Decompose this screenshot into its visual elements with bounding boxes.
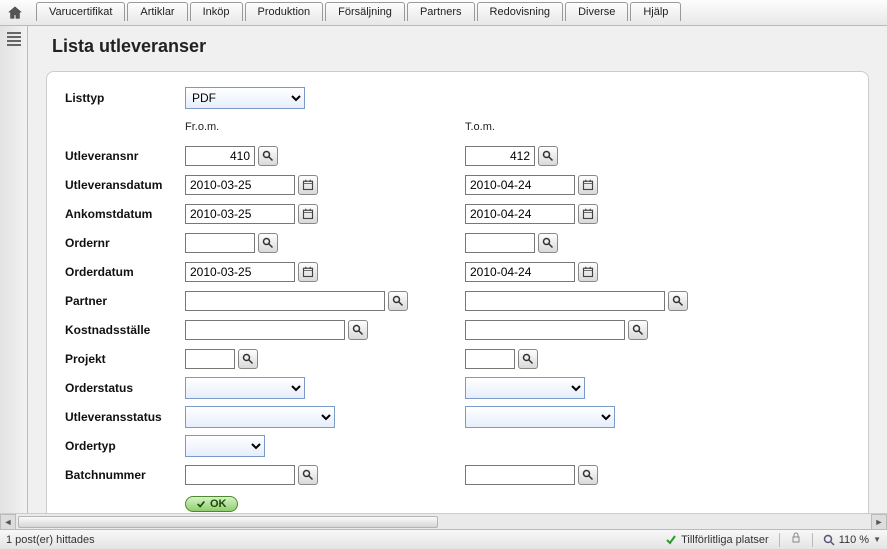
label-from: Fr.o.m. (185, 121, 219, 133)
tab-produktion[interactable]: Produktion (245, 2, 324, 21)
status-left-text: 1 post(er) hittades (6, 534, 95, 546)
ok-button[interactable]: OK (185, 496, 238, 512)
check-icon (196, 499, 206, 509)
horizontal-scrollbar[interactable]: ◄ ► (0, 513, 887, 529)
page-title: Lista utleveranser (52, 36, 869, 57)
orderdatum-from-input[interactable] (185, 262, 295, 282)
label-orderstatus: Orderstatus (65, 381, 185, 395)
orderstatus-to-select[interactable] (465, 377, 585, 399)
ok-button-label: OK (210, 498, 227, 510)
lookup-icon[interactable] (348, 320, 368, 340)
utleveransstatus-from-select[interactable] (185, 406, 335, 428)
partner-to-input[interactable] (465, 291, 665, 311)
lookup-icon[interactable] (258, 146, 278, 166)
left-rail (0, 26, 28, 513)
lookup-icon[interactable] (538, 233, 558, 253)
lookup-icon[interactable] (258, 233, 278, 253)
lookup-icon[interactable] (518, 349, 538, 369)
utleveransnr-from-input[interactable] (185, 146, 255, 166)
calendar-icon[interactable] (578, 175, 598, 195)
label-batchnummer: Batchnummer (65, 468, 185, 482)
ankomstdatum-from-input[interactable] (185, 204, 295, 224)
tab-inkop[interactable]: Inköp (190, 2, 243, 21)
lookup-icon[interactable] (668, 291, 688, 311)
zoom-value: 110 % (839, 534, 869, 546)
tab-artiklar[interactable]: Artiklar (127, 2, 187, 21)
zoom-icon (823, 534, 835, 546)
batchnummer-from-input[interactable] (185, 465, 295, 485)
tab-varucertifikat[interactable]: Varucertifikat (36, 2, 125, 21)
tab-hjalp[interactable]: Hjälp (630, 2, 681, 21)
utleveransstatus-to-select[interactable] (465, 406, 615, 428)
menu-icon[interactable] (7, 32, 21, 34)
partner-from-input[interactable] (185, 291, 385, 311)
label-ordertyp: Ordertyp (65, 439, 185, 453)
calendar-icon[interactable] (578, 204, 598, 224)
label-kostnadsstalle: Kostnadsställe (65, 323, 185, 337)
listtyp-select[interactable]: PDF (185, 87, 305, 109)
ordernr-from-input[interactable] (185, 233, 255, 253)
protected-mode-icon (790, 532, 802, 547)
ordernr-to-input[interactable] (465, 233, 535, 253)
lookup-icon[interactable] (578, 465, 598, 485)
label-utleveransstatus: Utleveransstatus (65, 410, 185, 424)
main-tabs: Varucertifikat Artiklar Inköp Produktion… (36, 2, 681, 21)
label-projekt: Projekt (65, 352, 185, 366)
trusted-sites-indicator: Tillförlitliga platser (665, 534, 769, 546)
utleveransdatum-to-input[interactable] (465, 175, 575, 195)
form-panel: Listtyp PDF Fr.o.m. T.o.m. Utleveransnr (46, 71, 869, 513)
scroll-thumb[interactable] (18, 516, 438, 528)
ankomstdatum-to-input[interactable] (465, 204, 575, 224)
tab-partners[interactable]: Partners (407, 2, 475, 21)
calendar-icon[interactable] (578, 262, 598, 282)
tab-redovisning[interactable]: Redovisning (477, 2, 564, 21)
lookup-icon[interactable] (388, 291, 408, 311)
tab-forsaljning[interactable]: Försäljning (325, 2, 405, 21)
tab-diverse[interactable]: Diverse (565, 2, 628, 21)
projekt-from-input[interactable] (185, 349, 235, 369)
trusted-label: Tillförlitliga platser (681, 534, 769, 546)
label-to: T.o.m. (465, 121, 495, 133)
page-content: Lista utleveranser Listtyp PDF Fr.o.m. T… (28, 26, 887, 513)
lookup-icon[interactable] (298, 465, 318, 485)
label-utleveransdatum: Utleveransdatum (65, 178, 185, 192)
home-icon[interactable] (6, 4, 24, 22)
label-ankomstdatum: Ankomstdatum (65, 207, 185, 221)
label-partner: Partner (65, 294, 185, 308)
kostnadsstalle-to-input[interactable] (465, 320, 625, 340)
lookup-icon[interactable] (628, 320, 648, 340)
scroll-right-arrow[interactable]: ► (871, 514, 887, 530)
lookup-icon[interactable] (538, 146, 558, 166)
utleveransdatum-from-input[interactable] (185, 175, 295, 195)
orderstatus-from-select[interactable] (185, 377, 305, 399)
status-bar: 1 post(er) hittades Tillförlitliga plats… (0, 529, 887, 549)
label-utleveransnr: Utleveransnr (65, 149, 185, 163)
calendar-icon[interactable] (298, 204, 318, 224)
utleveransnr-to-input[interactable] (465, 146, 535, 166)
label-listtyp: Listtyp (65, 91, 185, 105)
zoom-dropdown-icon[interactable]: ▼ (873, 535, 881, 544)
orderdatum-to-input[interactable] (465, 262, 575, 282)
kostnadsstalle-from-input[interactable] (185, 320, 345, 340)
label-orderdatum: Orderdatum (65, 265, 185, 279)
calendar-icon[interactable] (298, 262, 318, 282)
calendar-icon[interactable] (298, 175, 318, 195)
lookup-icon[interactable] (238, 349, 258, 369)
scroll-left-arrow[interactable]: ◄ (0, 514, 16, 530)
label-ordernr: Ordernr (65, 236, 185, 250)
ordertyp-select[interactable] (185, 435, 265, 457)
check-shield-icon (665, 534, 677, 546)
projekt-to-input[interactable] (465, 349, 515, 369)
top-tab-bar: Varucertifikat Artiklar Inköp Produktion… (0, 0, 887, 26)
batchnummer-to-input[interactable] (465, 465, 575, 485)
zoom-control[interactable]: 110 % ▼ (823, 534, 881, 546)
